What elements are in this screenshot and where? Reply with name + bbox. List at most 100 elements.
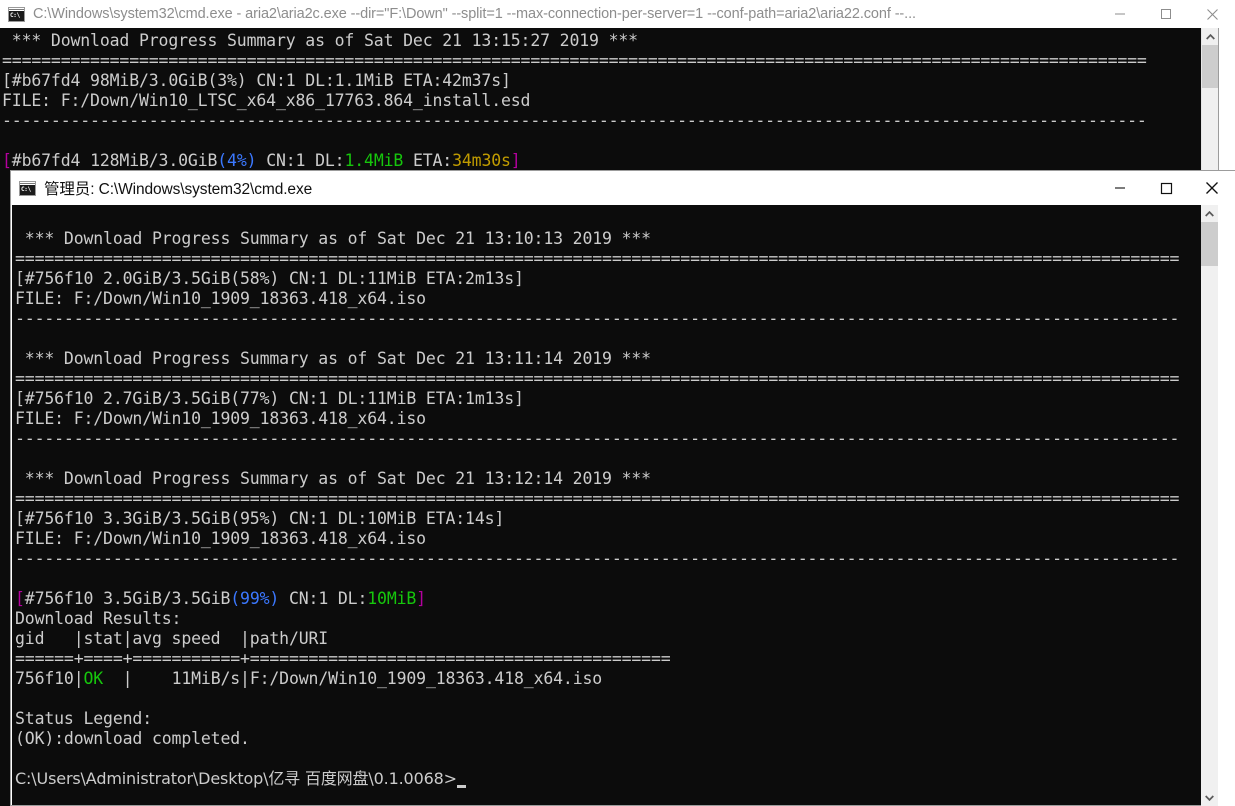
outer-scrollbar-thumb[interactable] xyxy=(1202,45,1218,88)
chevron-down-icon xyxy=(1205,794,1214,801)
console-text: [#b67fd4 98MiB/3.0GiB(3%) CN:1 DL:1.1MiB… xyxy=(2,71,511,90)
console-line: ======+====+===========+================… xyxy=(15,649,1217,669)
inner-scrollbar[interactable] xyxy=(1201,205,1218,806)
console-text: [ xyxy=(15,589,25,608)
console-line: ========================================… xyxy=(2,51,1201,71)
console-text: 756f10| xyxy=(15,669,84,688)
console-line: FILE: F:/Down/Win10_1909_18363.418_x64.i… xyxy=(15,529,1217,549)
console-text: gid |stat|avg speed |path/URI xyxy=(15,629,329,648)
console-text: ======+====+===========+================… xyxy=(15,649,671,668)
console-text: 1.4MiB xyxy=(344,151,404,170)
console-text: ----------------------------------------… xyxy=(15,429,1180,448)
scroll-up-arrow[interactable] xyxy=(1202,28,1218,45)
console-text: [ xyxy=(2,151,12,170)
console-text: (OK):download completed. xyxy=(15,729,250,748)
scroll-down-arrow[interactable] xyxy=(1201,789,1218,806)
console-text: ========================================… xyxy=(2,51,1147,70)
console-line: ----------------------------------------… xyxy=(15,309,1217,329)
minimize-button[interactable] xyxy=(1097,0,1143,28)
console-text: C:\Users\Administrator\Desktop\亿寻 百度网盘\0… xyxy=(15,769,457,788)
console-text: ETA: xyxy=(403,151,453,170)
scroll-up-arrow[interactable] xyxy=(1201,205,1218,222)
console-line: *** Download Progress Summary as of Sat … xyxy=(2,31,1201,51)
outer-titlebar[interactable]: C:\ C:\Windows\system32\cmd.exe - aria2\… xyxy=(0,0,1235,29)
cmd-icon[interactable]: C:\ xyxy=(8,6,25,22)
inner-console-output[interactable]: *** Download Progress Summary as of Sat … xyxy=(12,205,1217,805)
inner-window-title: 管理员: C:\Windows\system32\cmd.exe xyxy=(44,181,313,198)
console-text: CN:1 DL: xyxy=(279,589,368,608)
console-line: FILE: F:/Down/Win10_LTSC_x64_x86_17763.8… xyxy=(2,91,1201,111)
console-line: (OK):download completed. xyxy=(15,729,1217,749)
console-line: *** Download Progress Summary as of Sat … xyxy=(15,349,1217,369)
console-text: (99%) xyxy=(230,589,280,608)
console-text: ========================================… xyxy=(15,249,1180,268)
minimize-icon xyxy=(1115,13,1125,15)
outer-window-title: C:\Windows\system32\cmd.exe - aria2\aria… xyxy=(33,6,916,22)
console-line: FILE: F:/Down/Win10_1909_18363.418_x64.i… xyxy=(15,289,1217,309)
console-text: CN:1 DL: xyxy=(256,151,345,170)
inner-window-buttons xyxy=(1097,171,1235,205)
close-button[interactable] xyxy=(1189,0,1235,28)
console-line: [#b67fd4 128MiB/3.0GiB(4%) CN:1 DL:1.4Mi… xyxy=(2,151,1201,171)
maximize-button[interactable] xyxy=(1143,171,1189,205)
console-line: Download Results: xyxy=(15,609,1217,629)
console-text: FILE: F:/Down/Win10_1909_18363.418_x64.i… xyxy=(15,409,426,428)
console-text: FILE: F:/Down/Win10_1909_18363.418_x64.i… xyxy=(15,289,426,308)
console-line: [#756f10 2.0GiB/3.5GiB(58%) CN:1 DL:11Mi… xyxy=(15,269,1217,289)
close-icon xyxy=(1206,8,1218,20)
console-text: 34m30s xyxy=(452,151,511,170)
console-text: *** Download Progress Summary as of Sat … xyxy=(2,31,638,50)
minimize-icon xyxy=(1115,187,1125,189)
console-text: FILE: F:/Down/Win10_LTSC_x64_x86_17763.8… xyxy=(2,91,531,110)
outer-cmd-window: C:\ C:\Windows\system32\cmd.exe - aria2\… xyxy=(0,0,1235,806)
inner-window-right-edge xyxy=(1218,205,1235,806)
minimize-button[interactable] xyxy=(1097,171,1143,205)
console-text: *** Download Progress Summary as of Sat … xyxy=(15,229,651,248)
console-line: gid |stat|avg speed |path/URI xyxy=(15,629,1217,649)
close-button[interactable] xyxy=(1189,171,1235,205)
console-text: [#756f10 2.7GiB/3.5GiB(77%) CN:1 DL:11Mi… xyxy=(15,389,524,408)
console-text: 10MiB xyxy=(367,589,417,608)
cmd-icon[interactable]: C:\ xyxy=(19,180,36,196)
console-caret xyxy=(456,785,466,788)
console-line: ========================================… xyxy=(15,369,1217,389)
console-text: [#756f10 3.3GiB/3.5GiB(95%) CN:1 DL:10Mi… xyxy=(15,509,505,528)
console-line: ----------------------------------------… xyxy=(2,111,1201,131)
console-line: [#756f10 3.3GiB/3.5GiB(95%) CN:1 DL:10Mi… xyxy=(15,509,1217,529)
chevron-up-icon xyxy=(1205,210,1214,217)
maximize-icon xyxy=(1161,9,1171,19)
console-text: #b67fd4 128MiB/3.0GiB xyxy=(11,151,218,170)
console-text: Status Legend: xyxy=(15,709,152,728)
console-text: ========================================… xyxy=(15,489,1180,508)
console-text: OK xyxy=(83,669,104,688)
console-line: [#756f10 3.5GiB/3.5GiB(99%) CN:1 DL:10Mi… xyxy=(15,589,1217,609)
inner-titlebar[interactable]: C:\ 管理员: C:\Windows\system32\cmd.exe xyxy=(11,171,1235,205)
console-line: *** Download Progress Summary as of Sat … xyxy=(15,229,1217,249)
console-text: #756f10 3.5GiB/3.5GiB xyxy=(24,589,231,608)
inner-scrollbar-thumb[interactable] xyxy=(1201,222,1218,266)
inner-cmd-window: C:\ 管理员: C:\Windows\system32\cmd.exe ***… xyxy=(10,170,1235,806)
maximize-button[interactable] xyxy=(1143,0,1189,28)
console-text: *** Download Progress Summary as of Sat … xyxy=(15,349,651,368)
console-text: ========================================… xyxy=(15,369,1180,388)
console-text: FILE: F:/Down/Win10_1909_18363.418_x64.i… xyxy=(15,529,426,548)
cmd-icon-screen: C:\ xyxy=(20,184,35,195)
chevron-up-icon xyxy=(1205,33,1215,40)
console-line: ----------------------------------------… xyxy=(15,549,1217,569)
console-line: ========================================… xyxy=(15,249,1217,269)
console-text: [#756f10 2.0GiB/3.5GiB(58%) CN:1 DL:11Mi… xyxy=(15,269,524,288)
outer-window-buttons xyxy=(1097,0,1235,28)
close-icon xyxy=(1206,182,1218,194)
console-line: *** Download Progress Summary as of Sat … xyxy=(15,469,1217,489)
console-text: ] xyxy=(510,151,521,170)
cmd-icon-screen: C:\ xyxy=(9,10,24,21)
console-line: C:\Users\Administrator\Desktop\亿寻 百度网盘\0… xyxy=(15,769,1217,789)
console-text: *** Download Progress Summary as of Sat … xyxy=(15,469,651,488)
maximize-icon xyxy=(1160,182,1172,194)
console-text: | 11MiB/s|F:/Down/Win10_1909_18363.418_x… xyxy=(103,669,603,688)
